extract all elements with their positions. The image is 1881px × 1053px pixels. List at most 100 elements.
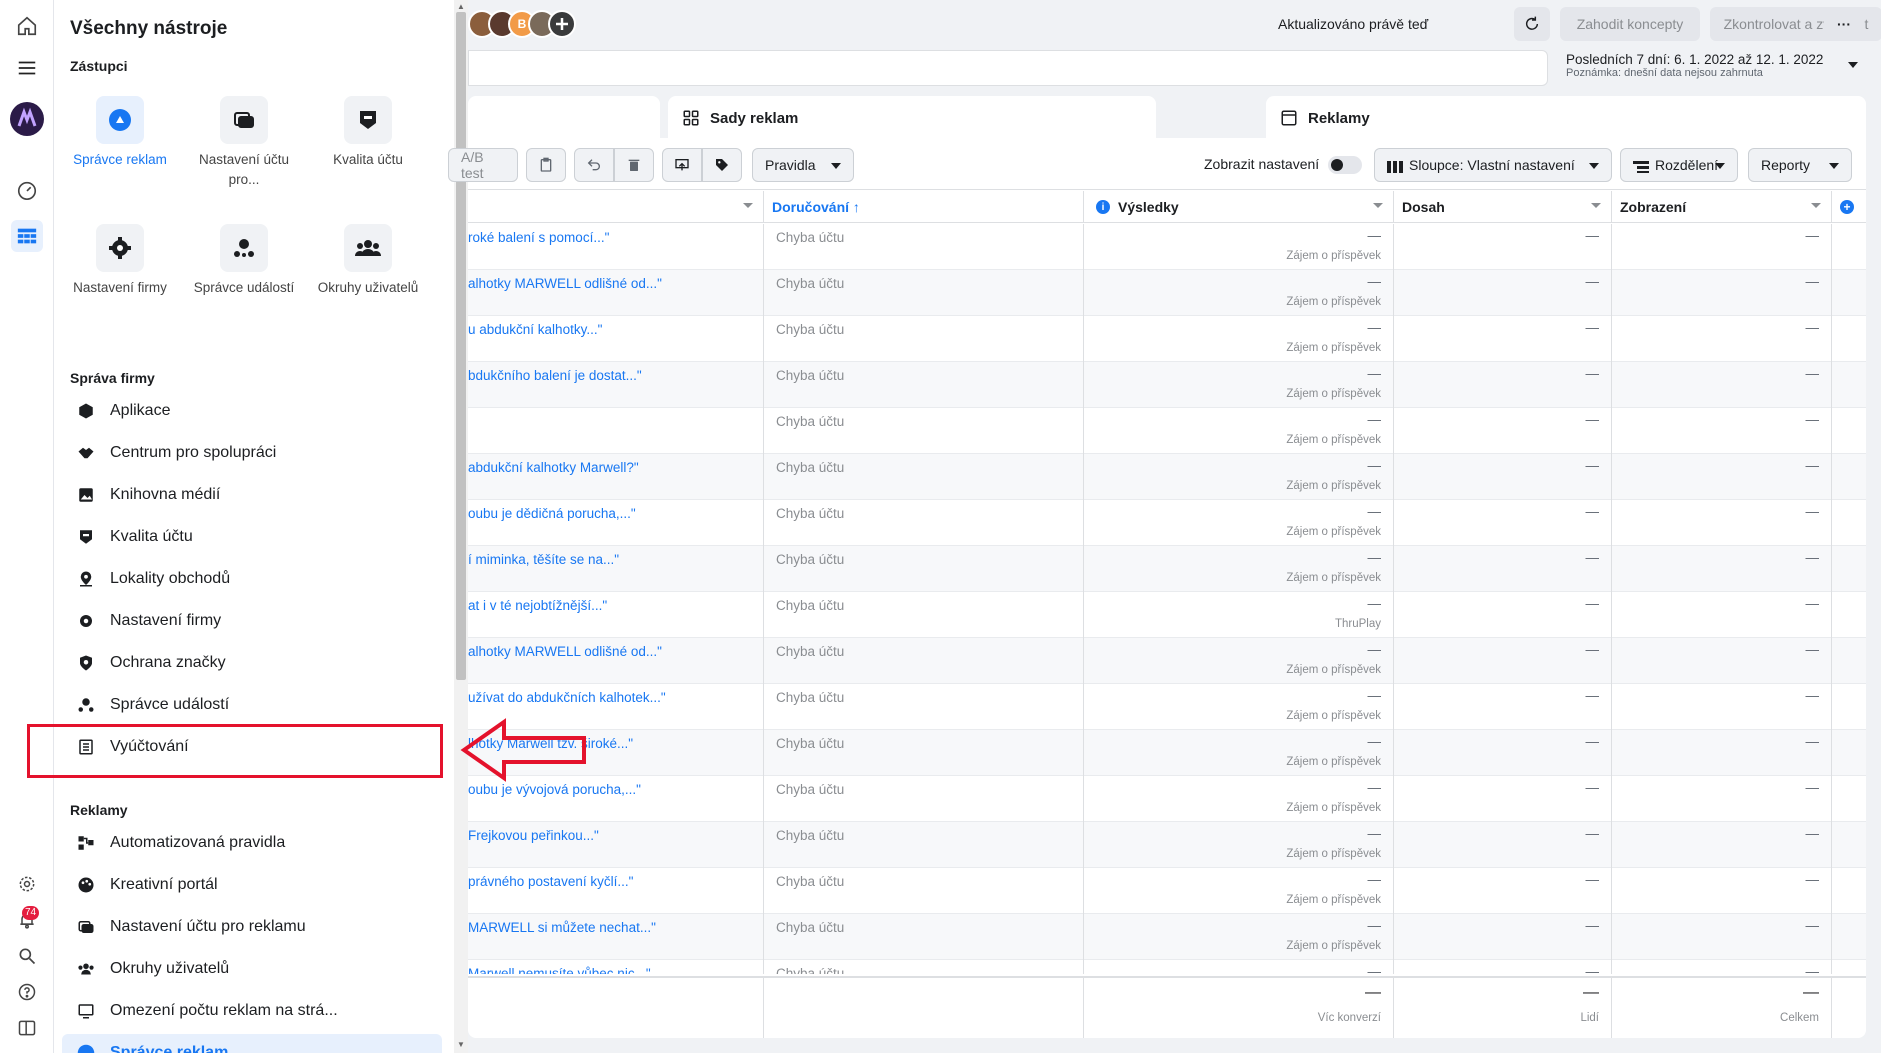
table-row[interactable]: alhotky MARWELL odlišné od..." Chyba účtu… (468, 638, 1866, 684)
menu-item-automated-rules[interactable]: Automatizovaná pravidla (62, 824, 442, 862)
columns-dropdown[interactable]: Sloupce: Vlastní nastavení (1374, 148, 1612, 182)
discard-drafts-button[interactable]: Zahodit koncepty (1560, 7, 1700, 41)
more-options-button[interactable]: ··· (1824, 7, 1864, 41)
menu-item-business-settings[interactable]: Nastavení firmy (62, 602, 442, 640)
tag-button[interactable] (702, 148, 742, 182)
ad-name-link[interactable]: oubu je vývojová porucha,..." (468, 776, 764, 822)
table-row[interactable]: MARWELL si můžete nechat..." Chyba účtu — Z… (468, 914, 1866, 960)
menu-item-store-locations[interactable]: Lokality obchodů (62, 560, 442, 598)
col-impressions-header[interactable]: Zobrazení (1612, 191, 1832, 223)
table-icon[interactable] (11, 220, 43, 252)
ad-name-link[interactable]: bdukčního balení je dostat..." (468, 362, 764, 408)
shortcut-account-quality[interactable]: Kvalita účtu (306, 96, 430, 170)
ad-name-link[interactable]: at i v té nejobtížnější..." (468, 592, 764, 638)
image-icon (76, 485, 96, 505)
refresh-button[interactable] (1514, 7, 1550, 41)
menu-item-brand-protection[interactable]: Ochrana značky (62, 644, 442, 682)
ad-name-link[interactable]: Marwell nemusíte vůbec nic..." (468, 960, 764, 974)
menu-item-ad-account-settings[interactable]: Nastavení účtu pro reklamu (62, 908, 442, 946)
reports-dropdown[interactable]: Reporty (1748, 148, 1852, 182)
help-icon[interactable] (11, 976, 43, 1008)
menu-item-collaboration-center[interactable]: Centrum pro spolupráci (62, 434, 442, 472)
menu-item-audiences[interactable]: Okruhy uživatelů (62, 950, 442, 988)
rules-dropdown[interactable]: Pravidla (752, 148, 854, 182)
table-row[interactable]: roké balení s pomocí..." Chyba účtu — Zájem… (468, 224, 1866, 270)
menu-icon[interactable] (11, 52, 43, 84)
col-name-header[interactable] (468, 191, 764, 223)
info-icon[interactable]: i (1096, 200, 1110, 214)
shortcut-business-settings[interactable]: Nastavení firmy (58, 224, 182, 298)
menu-item-page-ad-limits[interactable]: Omezení počtu reklam na strá... (62, 992, 442, 1030)
ad-name-link[interactable]: u abdukční kalhotky..." (468, 316, 764, 362)
table-row[interactable]: Marwell nemusíte vůbec nic..." Chyba účtu… (468, 960, 1866, 974)
menu-item-creative-hub[interactable]: Kreativní portál (62, 866, 442, 904)
table-row[interactable]: právného postavení kyčlí..." Chyba účtu — Z… (468, 868, 1866, 914)
ad-name-link[interactable]: Frejkovou peřinkou..." (468, 822, 764, 868)
shortcut-audiences[interactable]: Okruhy uživatelů (306, 224, 430, 298)
date-range-note: Poznámka: dnešní data nejsou zahrnuta (1566, 67, 1763, 79)
audiences-icon (344, 224, 392, 272)
scroll-up-arrow[interactable]: ▲ (457, 2, 465, 11)
table-row[interactable]: bdukčního balení je dostat..." Chyba účtu… (468, 362, 1866, 408)
menu-item-media-library[interactable]: Knihovna médií (62, 476, 442, 514)
gear-icon[interactable] (11, 868, 43, 900)
ad-name-link[interactable]: í miminka, těšíte se na..." (468, 546, 764, 592)
date-range-picker[interactable]: Posledních 7 dní: 6. 1. 2022 až 12. 1. 2… (1552, 50, 1858, 86)
shortcut-events-manager[interactable]: Správce událostí (182, 224, 306, 298)
col-delivery-header[interactable]: Doručování ↑ (764, 191, 1084, 223)
table-row[interactable]: alhotky MARWELL odlišné od..." Chyba účtu… (468, 270, 1866, 316)
tab-campaigns[interactable] (468, 96, 660, 140)
menu-item-account-quality[interactable]: Kvalita účtu (62, 518, 442, 556)
ad-name-link[interactable]: MARWELL si můžete nechat..." (468, 914, 764, 960)
ad-name-link[interactable]: alhotky MARWELL odlišné od..." (468, 638, 764, 684)
footer-impressions: — Celkem (1612, 978, 1832, 1038)
menu-item-ads-manager[interactable]: Správce reklam (62, 1034, 442, 1053)
table-row[interactable]: lhotky Marwell tzv. široké..." Chyba účtu… (468, 730, 1866, 776)
account-avatar[interactable] (10, 102, 44, 136)
delivery-status: Chyba účtu (764, 960, 1084, 974)
ad-name-link[interactable] (468, 408, 764, 454)
scroll-thumb[interactable] (456, 12, 466, 680)
table-row[interactable]: Chyba účtu — Zájem o příspěvek — — (468, 408, 1866, 454)
scroll-down-arrow[interactable]: ▼ (457, 1040, 465, 1049)
ad-name-link[interactable]: právného postavení kyčlí..." (468, 868, 764, 914)
add-column-button[interactable]: + (1832, 191, 1866, 223)
col-results-header[interactable]: i Výsledky (1084, 191, 1394, 223)
table-row[interactable]: oubu je vývojová porucha,..." Chyba účtu —… (468, 776, 1866, 822)
shortcut-ad-account-settings[interactable]: Nastavení účtu pro... (182, 96, 306, 190)
dashboard-icon[interactable] (11, 174, 43, 206)
show-settings-toggle[interactable] (1328, 156, 1362, 174)
search-filter-bar[interactable] (468, 50, 1548, 86)
table-row[interactable]: oubu je dědičná porucha,..." Chyba účtu — Z… (468, 500, 1866, 546)
ad-name-link[interactable]: alhotky MARWELL odlišné od..." (468, 270, 764, 316)
impressions-cell: — (1612, 500, 1832, 546)
delete-button[interactable] (614, 148, 654, 182)
add-collaborator-button[interactable] (548, 10, 576, 38)
breakdown-dropdown[interactable]: Rozdělení (1620, 148, 1738, 182)
panel-toggle-icon[interactable] (11, 1012, 43, 1044)
col-reach-header[interactable]: Dosah (1394, 191, 1612, 223)
tab-adsets[interactable]: Sady reklam (668, 96, 1156, 140)
home-icon[interactable] (11, 10, 43, 42)
duplicate-button[interactable] (526, 148, 566, 182)
menu-item-events-manager[interactable]: Správce událostí (62, 686, 442, 724)
reach-cell: — (1394, 776, 1612, 822)
menu-item-apps[interactable]: Aplikace (62, 392, 442, 430)
tab-ads[interactable]: Reklamy (1266, 96, 1866, 140)
export-button[interactable] (662, 148, 702, 182)
ad-name-link[interactable]: oubu je dědičná porucha,..." (468, 500, 764, 546)
ad-name-link[interactable]: abdukční kalhotky Marwell?" (468, 454, 764, 500)
table-row[interactable]: Frejkovou peřinkou..." Chyba účtu — Zájem o… (468, 822, 1866, 868)
shortcut-ads-manager[interactable]: Správce reklam (58, 96, 182, 170)
table-row[interactable]: abdukční kalhotky Marwell?" Chyba účtu — Zá… (468, 454, 1866, 500)
ad-name-link[interactable]: roké balení s pomocí..." (468, 224, 764, 270)
search-icon[interactable] (11, 940, 43, 972)
table-row[interactable]: užívat do abdukčních kalhotek..." Chyba ú… (468, 684, 1866, 730)
table-row[interactable]: u abdukční kalhotky..." Chyba účtu — Zájem … (468, 316, 1866, 362)
handshake-icon (76, 443, 96, 463)
ab-test-button[interactable]: A/B test (448, 148, 518, 182)
shortcuts-label: Zástupci (70, 58, 128, 74)
table-row[interactable]: at i v té nejobtížnější..." Chyba účtu — Th… (468, 592, 1866, 638)
table-row[interactable]: í miminka, těšíte se na..." Chyba účtu — Zá… (468, 546, 1866, 592)
undo-button[interactable] (574, 148, 614, 182)
